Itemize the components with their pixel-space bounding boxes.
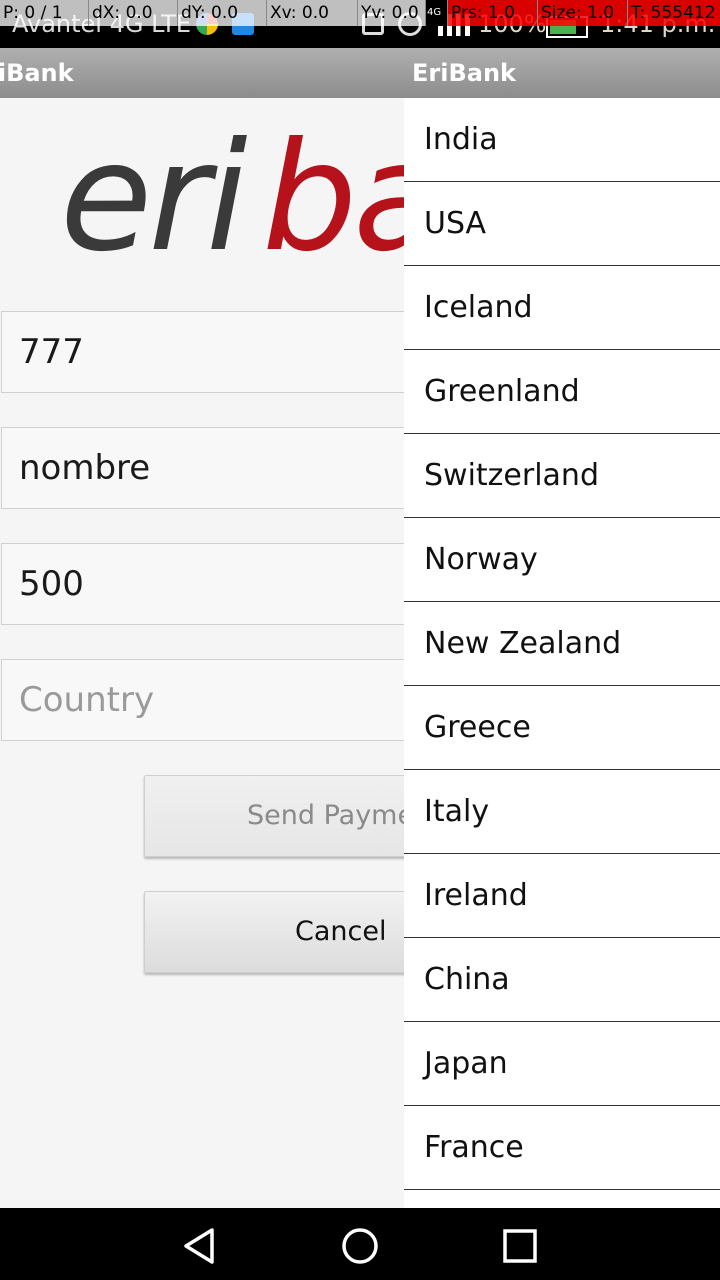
country-field[interactable]: Country bbox=[1, 659, 411, 741]
country-item[interactable]: Iceland bbox=[404, 266, 720, 350]
eribank-logo: eri ba bbox=[0, 98, 404, 298]
send-payment-label: Send Payme bbox=[247, 800, 415, 831]
send-payment-button[interactable]: Send Payme bbox=[144, 775, 424, 857]
country-item[interactable]: Japan bbox=[404, 1022, 720, 1106]
logo-text-dark: eri bbox=[60, 111, 248, 285]
country-item[interactable]: Ireland bbox=[404, 854, 720, 938]
cancel-label: Cancel bbox=[295, 916, 387, 947]
pointer-count: P: 0 / 1 bbox=[0, 0, 89, 26]
back-icon[interactable] bbox=[180, 1226, 220, 1266]
logo-text-red: ba bbox=[262, 111, 404, 285]
pointer-time: T: 555412 bbox=[628, 0, 720, 26]
pointer-xv: Xv: 0.0 bbox=[267, 0, 358, 26]
status-bar: Avantel 4G LTE 100% 1:41 p.m. P: 0 / 1 d… bbox=[0, 0, 720, 48]
country-item[interactable]: China bbox=[404, 938, 720, 1022]
app-title: riBank bbox=[0, 59, 74, 87]
country-item[interactable]: France bbox=[404, 1106, 720, 1190]
pointer-yv: Yv: 0.0 bbox=[358, 0, 426, 26]
country-list-dialog: EriBank India USA Iceland Greenland Swit… bbox=[404, 48, 720, 1208]
recent-apps-icon[interactable] bbox=[500, 1226, 540, 1266]
country-item[interactable]: Italy bbox=[404, 770, 720, 854]
country-list: India USA Iceland Greenland Switzerland … bbox=[404, 98, 720, 1190]
country-item[interactable]: India bbox=[404, 98, 720, 182]
country-item[interactable]: Switzerland bbox=[404, 434, 720, 518]
navigation-bar bbox=[0, 1208, 720, 1280]
pointer-size: Size: 1.0 bbox=[538, 0, 628, 26]
cancel-button[interactable]: Cancel bbox=[144, 891, 424, 973]
pointer-location-overlay: P: 0 / 1 dX: 0.0 dY: 0.0 Xv: 0.0 Yv: 0.0… bbox=[0, 0, 720, 26]
country-item[interactable]: Greece bbox=[404, 686, 720, 770]
app-action-bar: riBank bbox=[0, 48, 404, 98]
home-icon[interactable] bbox=[340, 1226, 380, 1266]
network-type-icon: 4G bbox=[426, 0, 448, 26]
phone-field[interactable]: 777 bbox=[1, 311, 411, 393]
pointer-pressure: Prs: 1.0 bbox=[448, 0, 538, 26]
pointer-dy: dY: 0.0 bbox=[178, 0, 267, 26]
country-item[interactable]: Norway bbox=[404, 518, 720, 602]
country-item[interactable]: USA bbox=[404, 182, 720, 266]
pointer-dx: dX: 0.0 bbox=[89, 0, 178, 26]
country-item[interactable]: Greenland bbox=[404, 350, 720, 434]
country-item[interactable]: New Zealand bbox=[404, 602, 720, 686]
dialog-title: EriBank bbox=[412, 59, 516, 87]
name-field[interactable]: nombre bbox=[1, 427, 411, 509]
amount-field[interactable]: 500 bbox=[1, 543, 411, 625]
dialog-action-bar: EriBank bbox=[404, 48, 720, 98]
